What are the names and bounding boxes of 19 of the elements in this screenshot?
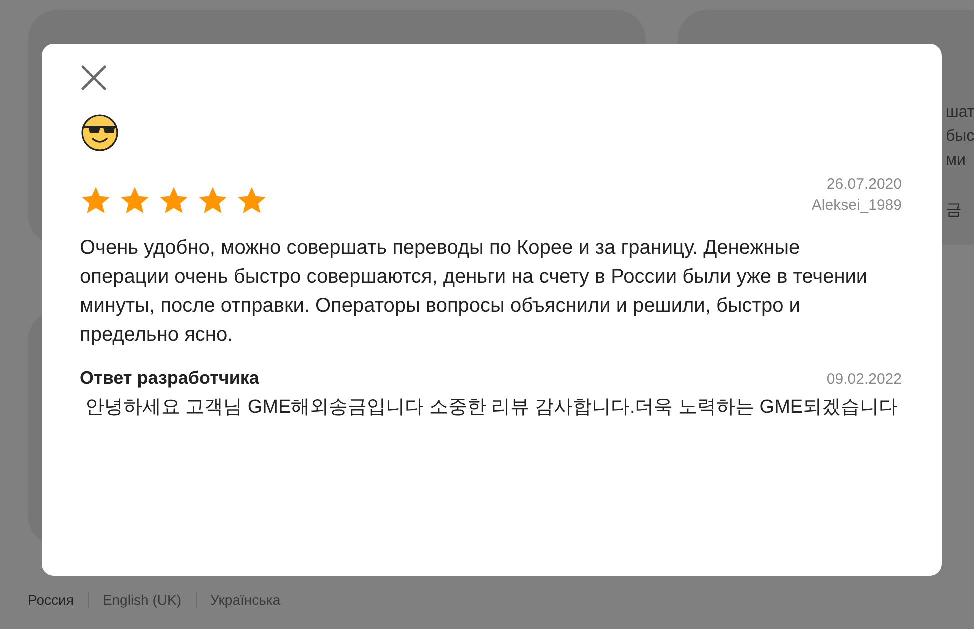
- star-icon: [119, 186, 151, 216]
- review-text: Очень удобно, можно совершать переводы по Корее и за границу. Денежные операции очень быстро совершаются, деньги на счету в России были уже в течении минуты, после отправки. Операторы вопросы объяснили и решили, быстро и предельно ясно.: [80, 236, 869, 348]
- close-button[interactable]: [80, 64, 108, 92]
- review-date: 26.07.2020: [826, 176, 902, 193]
- review-author: Aleksei_1989: [812, 197, 902, 214]
- star-icon: [236, 186, 268, 216]
- review-text: 금: [946, 201, 962, 220]
- response-text: 안녕하세요 고객님 GME해외송금입니다 소중한 리뷰 감사합니다.더욱 노력하는 GME되겠습니다: [84, 396, 900, 420]
- language-link[interactable]: English (UK): [88, 592, 196, 608]
- sunglasses-face-icon: [80, 112, 120, 152]
- response-title: Ответ разработчика: [80, 368, 260, 389]
- review-text: ми: [946, 151, 966, 170]
- response-date: 09.02.2022: [826, 371, 902, 388]
- review-text: быс: [946, 127, 974, 146]
- star-icon: [197, 186, 229, 216]
- star-icon: [158, 186, 190, 216]
- language-link[interactable]: Українська: [196, 592, 295, 608]
- star-icon: [80, 186, 112, 216]
- language-link[interactable]: Россия: [28, 592, 88, 608]
